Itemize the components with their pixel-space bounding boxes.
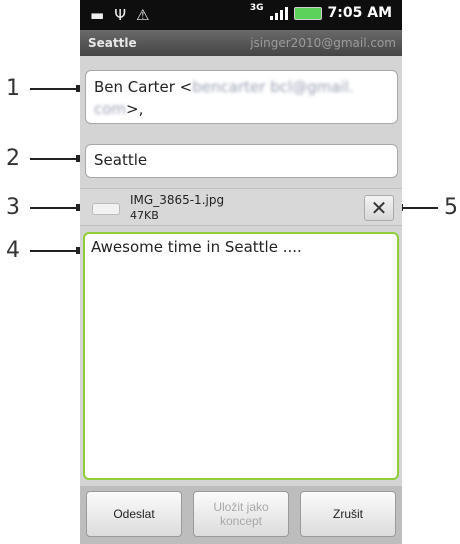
title-bar: Seattle jsinger2010@gmail.com xyxy=(80,30,402,56)
recipient-suffix: >, xyxy=(126,100,144,118)
recipient-name: Ben Carter < xyxy=(94,78,193,96)
send-button-label: Odeslat xyxy=(113,507,155,521)
to-field[interactable]: Ben Carter <bencarter bcl@gmail. com>, xyxy=(85,70,398,124)
callout-5-line xyxy=(398,207,438,209)
compose-title: Seattle xyxy=(88,36,137,50)
save-draft-button-label: Uložit jako koncept xyxy=(213,500,269,528)
save-draft-button[interactable]: Uložit jako koncept xyxy=(193,491,289,537)
status-right: 3G 7:05 AM xyxy=(249,3,392,21)
message-body-field[interactable]: Awesome time in Seattle .... xyxy=(83,232,399,480)
signal-icon xyxy=(269,6,288,20)
picture-icon: ▬ xyxy=(90,6,105,24)
usb-icon: Ψ xyxy=(114,6,126,24)
callout-1-number: 1 xyxy=(6,76,20,101)
callout-2-line xyxy=(30,158,80,160)
callout-5-number: 5 xyxy=(444,195,458,220)
cancel-button[interactable]: Zrušit xyxy=(300,491,396,537)
attachment-thumbnail-icon xyxy=(92,203,120,215)
status-bar: ▬ Ψ ⚠ 3G 7:05 AM xyxy=(80,0,402,30)
subject-field[interactable]: Seattle xyxy=(85,144,398,178)
callout-4-number: 4 xyxy=(6,238,20,263)
callout-2-number: 2 xyxy=(6,146,20,171)
remove-attachment-button[interactable]: ✕ xyxy=(364,195,394,221)
notification-icons: ▬ Ψ ⚠ xyxy=(90,6,149,24)
account-label: jsinger2010@gmail.com xyxy=(250,36,396,50)
action-bar: Odeslat Uložit jako koncept Zrušit xyxy=(80,486,402,544)
attachment-size: 47KB xyxy=(130,209,159,222)
clock: 7:05 AM xyxy=(327,5,392,21)
callout-1-line xyxy=(30,88,80,90)
recipient-email-blurred-2: com xyxy=(94,100,127,118)
callout-3-number: 3 xyxy=(6,195,20,220)
send-button[interactable]: Odeslat xyxy=(86,491,182,537)
cancel-button-label: Zrušit xyxy=(333,507,363,521)
phone-screen: ▬ Ψ ⚠ 3G 7:05 AM Seattle jsinger2010@gma… xyxy=(80,0,402,544)
network-type: 3G xyxy=(249,3,264,13)
battery-icon xyxy=(293,6,322,20)
subject-text: Seattle xyxy=(94,151,148,169)
attachment-row: IMG_3865-1.jpg 47KB ✕ xyxy=(80,188,402,226)
recipient-email-blurred: bencarter bcl@gmail. xyxy=(192,78,354,96)
attachment-filename: IMG_3865-1.jpg xyxy=(130,193,225,207)
close-icon: ✕ xyxy=(370,196,388,220)
warning-icon: ⚠ xyxy=(136,6,150,24)
message-body-text: Awesome time in Seattle .... xyxy=(91,238,302,256)
callout-3-line xyxy=(30,207,80,209)
callout-4-line xyxy=(30,250,80,252)
